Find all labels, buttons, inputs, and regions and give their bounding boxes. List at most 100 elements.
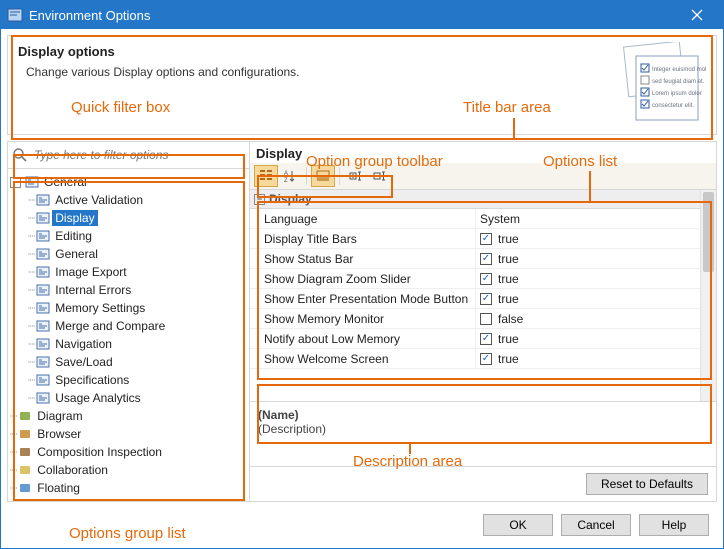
scrollbar-thumb[interactable]	[703, 192, 714, 272]
window-title: Environment Options	[29, 8, 677, 23]
leaf-icon	[36, 391, 50, 405]
tree-item-general[interactable]: General	[41, 174, 90, 190]
checkbox[interactable]: ✓	[480, 353, 492, 365]
option-value: true	[498, 292, 519, 306]
leaf-icon	[36, 193, 50, 207]
filter-input[interactable]	[32, 146, 245, 164]
right-column: Display AZ	[250, 142, 716, 501]
option-row[interactable]: Show Status Bar ✓ true	[250, 249, 700, 269]
description-text: (Description)	[258, 422, 708, 436]
option-row[interactable]: Display Title Bars ✓ true	[250, 229, 700, 249]
option-name: Show Memory Monitor	[250, 312, 475, 326]
tree-item[interactable]: Floating	[34, 480, 83, 496]
svg-text:sed feugiat diam et.: sed feugiat diam et.	[652, 79, 705, 85]
tree-item[interactable]: Composition Inspection	[34, 444, 165, 460]
checkbox[interactable]: ✓	[480, 253, 492, 265]
toolbar-alphabetical-button[interactable]: AZ	[278, 165, 302, 187]
scrollbar[interactable]	[700, 190, 716, 401]
tree-item[interactable]: Browser	[34, 426, 84, 442]
svg-text:Integer euismod mollis: Integer euismod mollis	[652, 67, 706, 73]
tree-item[interactable]: Usage Analytics	[52, 390, 143, 406]
option-row[interactable]: Show Memory Monitor false	[250, 309, 700, 329]
option-name: Show Welcome Screen	[250, 352, 475, 366]
leaf-icon	[36, 211, 50, 225]
svg-text:Z: Z	[284, 178, 288, 183]
checkbox[interactable]: ✓	[480, 333, 492, 345]
leaf-icon	[36, 247, 50, 261]
search-icon	[12, 147, 28, 163]
header-title: Display options	[18, 44, 706, 59]
panel-title: Display	[256, 146, 302, 161]
description-name: (Name)	[258, 408, 708, 422]
option-value: true	[498, 232, 519, 246]
header-box: Display options Change various Display o…	[7, 35, 717, 135]
app-icon	[7, 7, 23, 23]
tree-item[interactable]: Merge and Compare	[52, 318, 168, 334]
tree-item[interactable]: Display	[52, 210, 97, 226]
option-name: Show Diagram Zoom Slider	[250, 272, 475, 286]
tree-item[interactable]: Collaboration	[34, 462, 111, 478]
leaf-icon	[36, 319, 50, 333]
tree-item[interactable]: Internal Errors	[52, 282, 134, 298]
tree-item[interactable]: Diagram	[34, 408, 85, 424]
tree-item[interactable]: Navigation	[52, 336, 115, 352]
option-name: Language	[250, 212, 475, 226]
category-icon	[18, 445, 32, 459]
header-illustration: Integer euismod mollis sed feugiat diam …	[618, 42, 706, 128]
folder-icon	[25, 175, 39, 189]
option-row[interactable]: Show Welcome Screen ✓ true	[250, 349, 700, 369]
checkbox[interactable]: ✓	[480, 293, 492, 305]
option-row[interactable]: Show Diagram Zoom Slider ✓ true	[250, 269, 700, 289]
option-value: true	[498, 272, 519, 286]
option-row[interactable]: Language System	[250, 209, 700, 229]
tree-item[interactable]: Network	[34, 498, 84, 501]
option-value: false	[498, 312, 523, 326]
option-name: Show Status Bar	[250, 252, 475, 266]
leaf-icon	[36, 229, 50, 243]
toolbar-categorized-button[interactable]	[254, 165, 278, 187]
option-value: true	[498, 332, 519, 346]
option-name: Show Enter Presentation Mode Button	[250, 292, 475, 306]
checkbox[interactable]: ✓	[480, 233, 492, 245]
leaf-icon	[36, 301, 50, 315]
option-value: true	[498, 252, 519, 266]
tree-item[interactable]: General	[52, 246, 101, 262]
cancel-button[interactable]: Cancel	[561, 514, 631, 536]
option-group-header[interactable]: −Display	[250, 190, 700, 209]
toolbar-expand-button[interactable]	[344, 165, 368, 187]
svg-text:A: A	[284, 171, 288, 177]
checkbox[interactable]	[480, 313, 492, 325]
tree-item[interactable]: Editing	[52, 228, 95, 244]
checkbox[interactable]: ✓	[480, 273, 492, 285]
dialog-buttons: OK Cancel Help	[7, 508, 717, 542]
left-column: −General┈Active Validation┈Display┈Editi…	[8, 142, 250, 501]
option-value: true	[498, 352, 519, 366]
ok-button[interactable]: OK	[483, 514, 553, 536]
tree-item[interactable]: Memory Settings	[52, 300, 148, 316]
category-icon	[18, 427, 32, 441]
body-box: −General┈Active Validation┈Display┈Editi…	[7, 141, 717, 502]
category-icon	[18, 409, 32, 423]
options-tree[interactable]: −General┈Active Validation┈Display┈Editi…	[8, 169, 249, 501]
option-row[interactable]: Show Enter Presentation Mode Button ✓ true	[250, 289, 700, 309]
category-icon	[18, 481, 32, 495]
option-row[interactable]: Notify about Low Memory ✓ true	[250, 329, 700, 349]
toolbar-collapse-button[interactable]	[368, 165, 392, 187]
help-button[interactable]: Help	[639, 514, 709, 536]
tree-toggle[interactable]: −	[10, 177, 21, 188]
tree-item[interactable]: Specifications	[52, 372, 132, 388]
reset-to-defaults-button[interactable]: Reset to Defaults	[586, 473, 708, 495]
leaf-icon	[36, 265, 50, 279]
option-name: Notify about Low Memory	[250, 332, 475, 346]
leaf-icon	[36, 337, 50, 351]
tree-item[interactable]: Active Validation	[52, 192, 146, 208]
toolbar-show-description-button[interactable]	[311, 165, 335, 187]
leaf-icon	[36, 355, 50, 369]
tree-item[interactable]: Image Export	[52, 264, 129, 280]
tree-item[interactable]: Save/Load	[52, 354, 115, 370]
close-button[interactable]	[677, 1, 717, 29]
description-area: (Name) (Description)	[250, 402, 716, 466]
content: Display options Change various Display o…	[1, 29, 723, 548]
option-value: System	[480, 212, 520, 226]
option-name: Display Title Bars	[250, 232, 475, 246]
